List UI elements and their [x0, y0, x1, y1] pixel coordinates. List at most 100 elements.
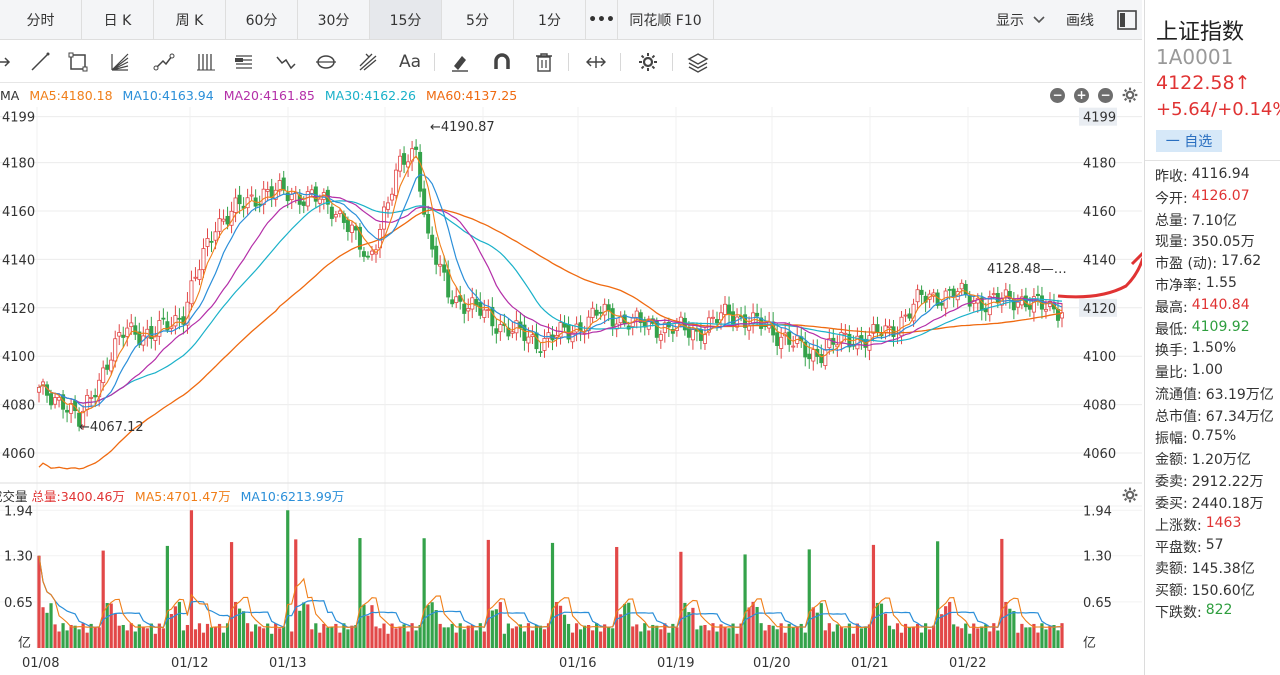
volume-bar — [928, 629, 932, 648]
tool-rectangle[interactable] — [64, 49, 92, 75]
candle-body — [149, 325, 154, 339]
tool-layers[interactable] — [684, 49, 712, 75]
candle-body — [1023, 295, 1028, 308]
tool-text-lines[interactable] — [230, 49, 258, 75]
tab-60min[interactable]: 60分 — [226, 0, 298, 39]
text-icon: Aa — [398, 52, 422, 72]
volume-bar — [326, 627, 330, 648]
tool-wave[interactable] — [272, 49, 300, 75]
tab-weekly-k[interactable]: 周 K — [154, 0, 226, 39]
candle-body — [333, 214, 338, 218]
panel-toggle-button[interactable] — [1116, 0, 1138, 40]
candle-body — [887, 325, 892, 329]
volume-bar — [129, 623, 133, 648]
tool-settings[interactable] — [634, 49, 662, 75]
draw-line-button[interactable]: 画线 — [1066, 0, 1094, 40]
tab-15min[interactable]: 15分 — [370, 0, 442, 39]
tool-text[interactable]: Aa — [396, 49, 424, 75]
zoom-out-button[interactable]: − — [1050, 88, 1065, 103]
volume-bar — [936, 541, 940, 648]
candle-body — [490, 306, 495, 327]
stat-value: 4116.94 — [1191, 166, 1250, 182]
tool-delete[interactable] — [530, 49, 558, 75]
kline-chart-panel: 分时 日 K 周 K 60分 30分 15分 5分 1分 ••• 同花顺 F10… — [0, 0, 1142, 675]
toolbar-divider — [568, 53, 569, 71]
add-watchlist-button[interactable]: 一 自选 — [1156, 130, 1222, 152]
tool-cycle[interactable] — [312, 49, 340, 75]
volume-bar — [213, 627, 218, 648]
tab-label: 15分 — [389, 12, 422, 29]
tool-arrow[interactable] — [0, 49, 18, 75]
volume-bar — [446, 627, 450, 648]
candle-body — [121, 334, 126, 338]
stat-value: 822 — [1205, 602, 1233, 618]
candle-body — [919, 289, 924, 295]
collapse-button[interactable]: − — [1098, 88, 1113, 103]
candle-body — [743, 314, 748, 328]
candle-body — [590, 307, 595, 318]
tab-1min[interactable]: 1分 — [514, 0, 586, 39]
volume-bar — [619, 614, 623, 648]
volume-bar — [318, 632, 322, 648]
candle-body — [831, 337, 836, 345]
candle-body — [903, 314, 908, 317]
volume-bar — [591, 630, 595, 648]
volume-bar — [859, 628, 864, 648]
tab-f10[interactable]: 同花顺 F10 — [618, 0, 714, 39]
candle-body — [739, 315, 744, 318]
candle-body — [233, 197, 238, 213]
volume-bar — [518, 624, 523, 648]
volume-bar — [1060, 623, 1064, 648]
stat-label: 买额: — [1155, 583, 1188, 600]
volume-bar — [663, 623, 667, 648]
candle-body — [747, 325, 752, 331]
candle-body — [783, 332, 788, 337]
move-icon — [586, 56, 606, 68]
candle-body — [105, 364, 110, 370]
tab-30min[interactable]: 30分 — [298, 0, 370, 39]
volume-bar — [911, 627, 916, 648]
tab-daily-k[interactable]: 日 K — [82, 0, 154, 39]
candle-body — [402, 153, 407, 165]
candle-body — [855, 335, 860, 350]
candle-body — [859, 335, 864, 342]
volume-bar — [374, 626, 378, 648]
tool-magnet[interactable] — [488, 49, 516, 75]
candle-body — [610, 308, 615, 327]
candle-body — [943, 290, 948, 309]
gear-icon[interactable] — [1121, 486, 1139, 504]
more-tabs-button[interactable]: ••• — [586, 0, 618, 39]
volume-bar — [1036, 632, 1040, 648]
candle-body — [349, 224, 354, 233]
stat-label: 今开: — [1155, 190, 1188, 207]
candle-body — [570, 332, 575, 343]
volume-bar — [847, 623, 851, 648]
tool-fan[interactable] — [106, 49, 134, 75]
volume-bar — [149, 623, 153, 648]
volume-bar — [607, 626, 611, 648]
candle-body — [550, 334, 555, 341]
volume-bar — [221, 632, 226, 648]
tab-5min[interactable]: 5分 — [442, 0, 514, 39]
tab-timeshare[interactable]: 分时 — [0, 0, 82, 39]
volume-bar — [867, 624, 872, 648]
gear-icon[interactable] — [1121, 86, 1139, 104]
candle-body — [690, 329, 695, 341]
tool-eraser[interactable] — [446, 49, 474, 75]
candle-body — [791, 345, 796, 348]
tool-trend[interactable] — [150, 49, 178, 75]
zoom-in-button[interactable]: + — [1074, 88, 1089, 103]
candle-body — [273, 189, 278, 200]
date-label: 01/22 — [949, 656, 986, 671]
candle-body — [811, 349, 816, 362]
volume-bar — [863, 626, 868, 648]
volume-bar — [526, 623, 531, 648]
tool-line[interactable] — [26, 49, 54, 75]
tool-fork[interactable] — [354, 49, 382, 75]
candle-body — [618, 315, 623, 324]
volume-bar — [490, 610, 494, 648]
tool-vertical-lines[interactable] — [192, 49, 220, 75]
tool-move[interactable] — [582, 49, 610, 75]
display-menu-button[interactable]: 显示 — [996, 0, 1046, 40]
candle-body — [510, 331, 515, 334]
